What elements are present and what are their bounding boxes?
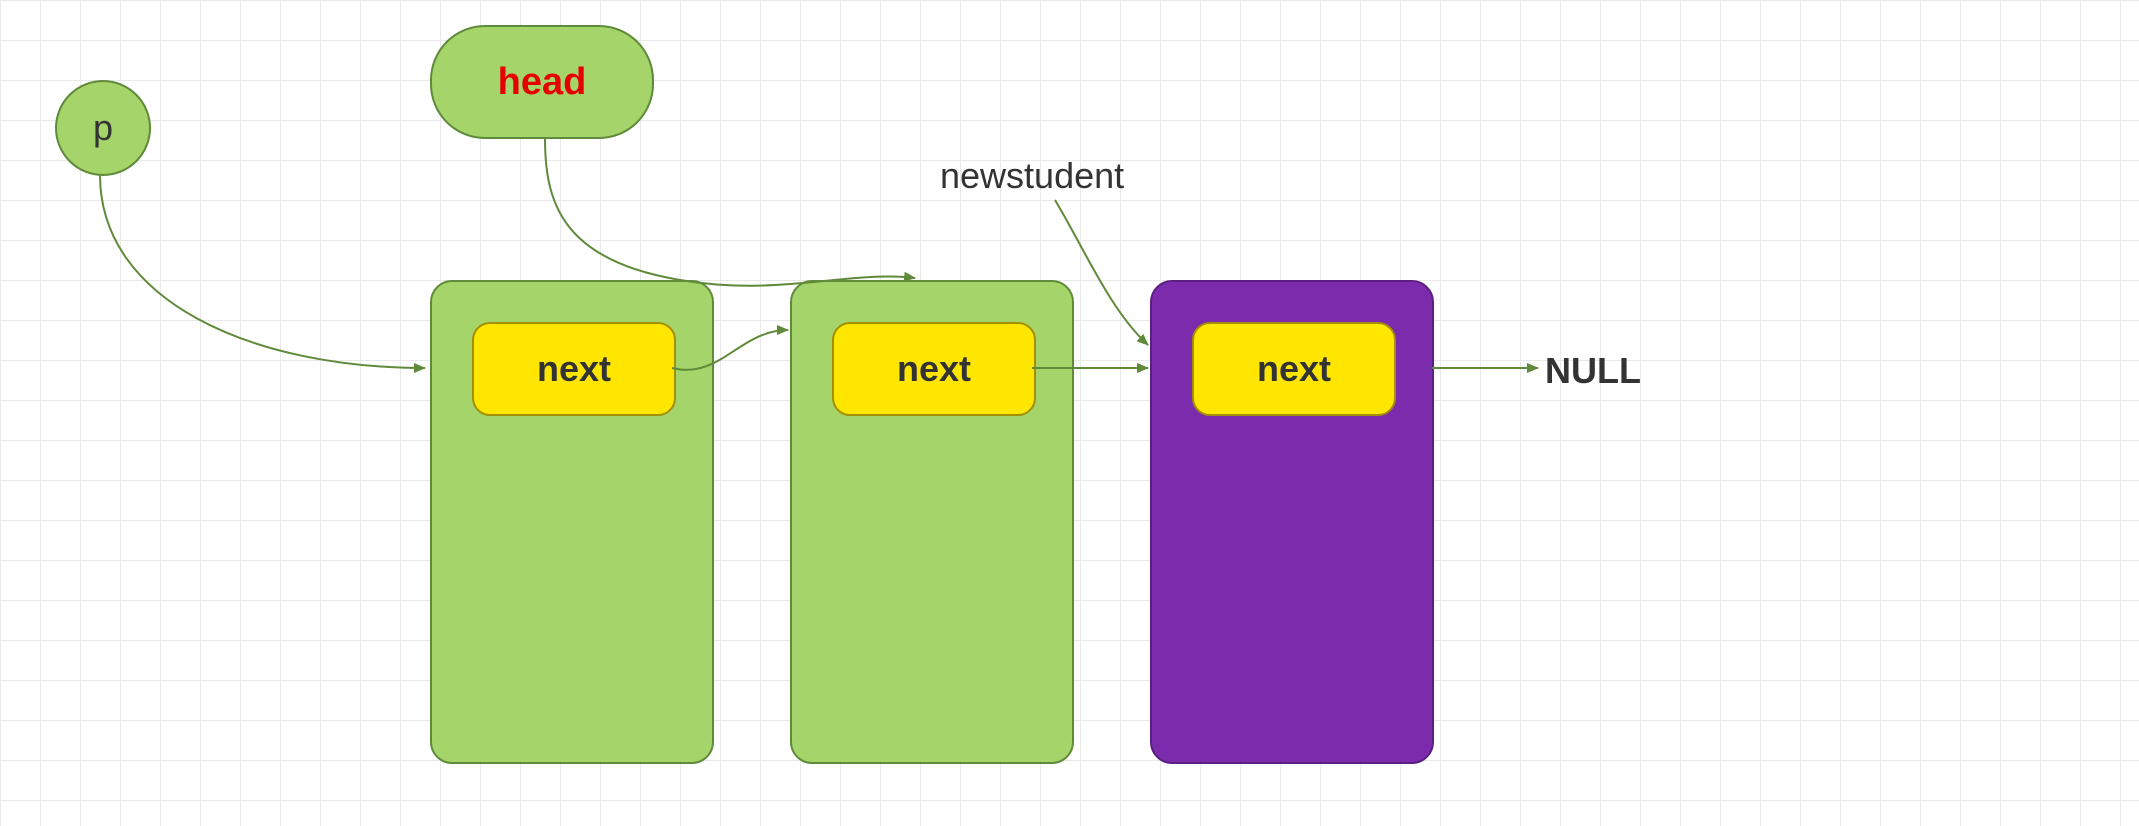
list-node-2: next (790, 280, 1074, 764)
pointer-head-label: head (498, 61, 587, 104)
newstudent-label-text: newstudent (940, 155, 1124, 196)
arrow-p-to-node1 (100, 175, 425, 368)
list-node-1: next (430, 280, 714, 764)
diagram-canvas: p head next next next newstudent NULL (0, 0, 2139, 826)
list-node-1-next: next (472, 322, 676, 416)
list-node-2-next-label: next (897, 348, 971, 390)
pointer-head: head (430, 25, 654, 139)
list-node-1-next-label: next (537, 348, 611, 390)
null-label: NULL (1545, 350, 1641, 392)
list-node-2-next: next (832, 322, 1036, 416)
list-node-3-next-label: next (1257, 348, 1331, 390)
list-node-3: next (1150, 280, 1434, 764)
list-node-3-next: next (1192, 322, 1396, 416)
null-label-text: NULL (1545, 350, 1641, 391)
pointer-p-label: p (93, 107, 113, 149)
pointer-p: p (55, 80, 151, 176)
newstudent-label: newstudent (940, 155, 1124, 197)
arrow-head-to-node2 (545, 138, 915, 286)
